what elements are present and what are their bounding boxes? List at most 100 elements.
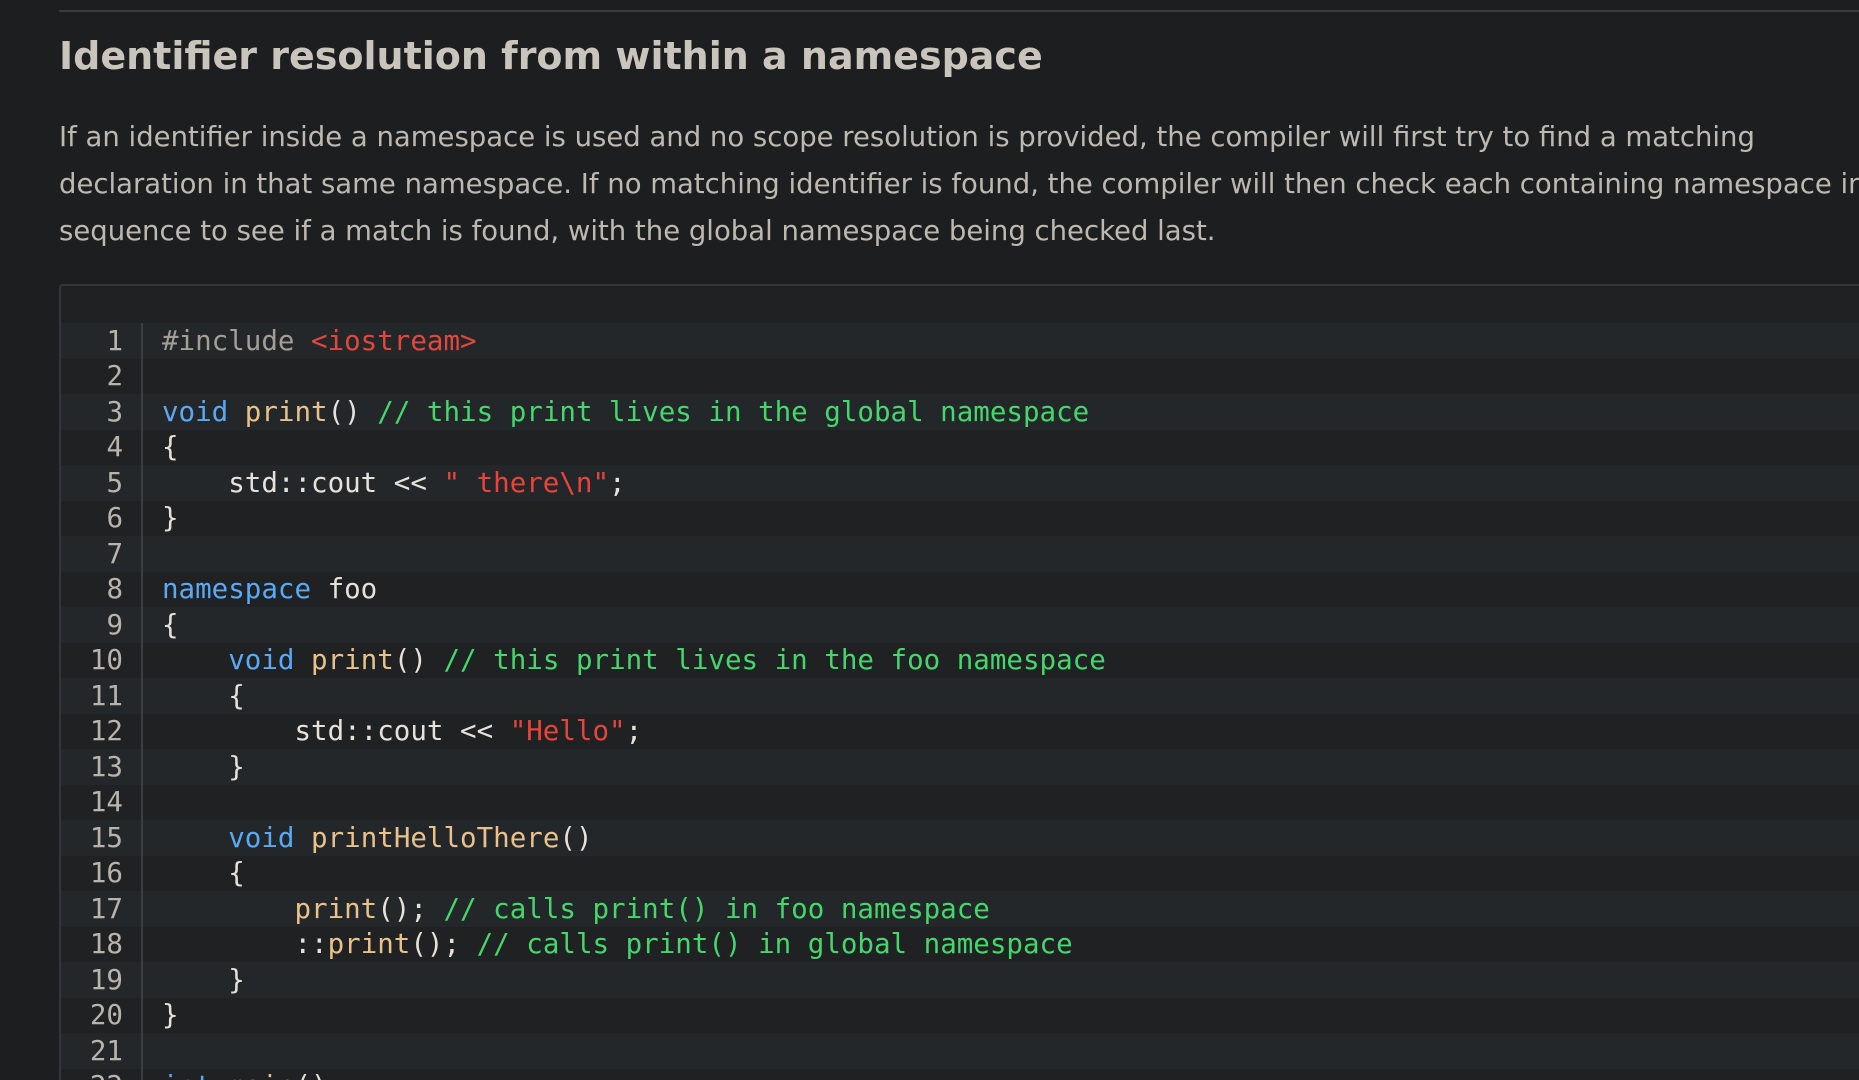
code-token: "Hello" <box>509 715 626 748</box>
code-text: void print() // this print lives in the … <box>162 644 1106 676</box>
code-token: int <box>162 1070 212 1080</box>
code-line: 9{ <box>61 607 1859 643</box>
line-number: 11 <box>89 679 123 712</box>
code-block[interactable]: 1 #include <iostream> 2 3 void print() // th… <box>59 284 1859 1080</box>
code-token: #include <box>162 324 312 357</box>
code-token: // calls print() in global namespace <box>476 928 1073 961</box>
code-text: { <box>162 857 245 889</box>
code-token: () <box>294 1070 327 1080</box>
code-token: } <box>162 750 245 783</box>
gutter-divider <box>141 926 143 962</box>
gutter-divider <box>141 571 143 607</box>
gutter-divider <box>141 678 143 714</box>
line-number: 19 <box>89 963 123 996</box>
line-number: 12 <box>89 715 123 748</box>
line-number: 3 <box>106 395 123 428</box>
code-token: // this print lives in the global namesp… <box>377 395 1090 428</box>
line-number: 14 <box>89 786 123 819</box>
code-line: 4{ <box>61 429 1859 465</box>
gutter-divider <box>141 891 143 927</box>
code-token: } <box>162 999 179 1032</box>
code-text: } <box>162 502 179 534</box>
code-line: 19 } <box>61 962 1859 998</box>
code-line: 14 <box>61 784 1859 820</box>
gutter-divider <box>141 500 143 536</box>
code-token: (); <box>377 892 444 925</box>
code-text: int main() <box>162 1070 328 1080</box>
line-number: 4 <box>106 431 123 464</box>
code-line: 17 print (); // calls print() in foo name… <box>61 891 1859 927</box>
code-lines: 1 #include <iostream> 2 3 void print() // th… <box>61 323 1859 1080</box>
code-token: } <box>162 502 179 535</box>
code-token: () <box>559 821 593 854</box>
gutter-divider <box>141 465 143 501</box>
line-number: 7 <box>106 537 123 570</box>
code-line: 5 std::cout << " there\n"; <box>61 465 1859 501</box>
code-line: 20} <box>61 997 1859 1033</box>
code-line: 13 } <box>61 749 1859 785</box>
gutter-divider <box>141 1068 143 1080</box>
code-token: :: <box>162 928 328 961</box>
section-divider <box>59 10 1859 12</box>
code-text: std::cout << "Hello"; <box>162 715 642 747</box>
code-token: { <box>162 608 179 641</box>
code-line: 10 void print() // this print lives in t… <box>61 642 1859 678</box>
line-number: 10 <box>89 644 123 677</box>
code-line: 18 :: print (); // calls print() in global… <box>61 926 1859 962</box>
code-line: 15 void printHelloThere() <box>61 820 1859 856</box>
line-number: 15 <box>89 821 123 854</box>
gutter-divider <box>141 784 143 820</box>
gutter-divider <box>141 962 143 998</box>
code-text: void printHelloThere() <box>162 821 593 854</box>
gutter-divider <box>141 323 143 359</box>
gutter-divider <box>141 642 143 678</box>
code-text: } <box>162 751 245 783</box>
paragraph-line: sequence to see if a match is found, wit… <box>59 215 1216 247</box>
section-paragraph: If an identifier inside a namespace is u… <box>59 114 1859 255</box>
code-text: { <box>162 680 245 712</box>
code-token: ; <box>625 715 643 748</box>
code-line: 6} <box>61 500 1859 536</box>
code-line: 12 std::cout << "Hello"; <box>61 713 1859 749</box>
line-number: 5 <box>106 466 123 499</box>
code-token: <iostream> <box>311 324 477 357</box>
code-text: :: print (); // calls print() in global na… <box>162 928 1073 961</box>
code-line: 7 <box>61 536 1859 572</box>
code-token: { <box>162 679 245 712</box>
line-number: 17 <box>89 892 123 925</box>
line-number: 2 <box>106 360 123 393</box>
code-token: // calls print() in foo namespace <box>443 892 990 925</box>
code-token: (); <box>410 928 477 961</box>
code-text: namespace foo <box>162 573 377 605</box>
code-token: () <box>327 395 378 428</box>
code-text: void print() // this print lives in the … <box>162 396 1089 428</box>
code-line: 22 int main() <box>61 1068 1859 1080</box>
code-token: print <box>311 644 394 677</box>
line-number: 1 <box>106 324 123 357</box>
code-token: namespace <box>162 573 312 606</box>
paragraph-line: If an identifier inside a namespace is u… <box>59 121 1755 153</box>
line-number: 6 <box>106 502 123 535</box>
gutter-divider <box>141 358 143 394</box>
code-line: 3 void print() // this print lives in the… <box>61 394 1859 430</box>
line-number: 22 <box>61 1070 123 1080</box>
gutter-divider <box>141 855 143 891</box>
gutter-divider <box>141 1033 143 1069</box>
code-line: 8 namespace foo <box>61 571 1859 607</box>
line-number: 9 <box>106 608 123 641</box>
code-token: { <box>162 857 245 890</box>
line-number: 13 <box>89 750 123 783</box>
code-token: void <box>228 644 295 677</box>
code-token: void <box>228 821 295 854</box>
code-line: 11 { <box>61 678 1859 714</box>
code-text: #include <iostream> <box>162 325 477 357</box>
gutter-divider <box>141 749 143 785</box>
section-title: Identifier resolution from within a name… <box>59 34 1043 78</box>
gutter-divider <box>141 394 143 430</box>
code-token: main <box>228 1070 294 1080</box>
